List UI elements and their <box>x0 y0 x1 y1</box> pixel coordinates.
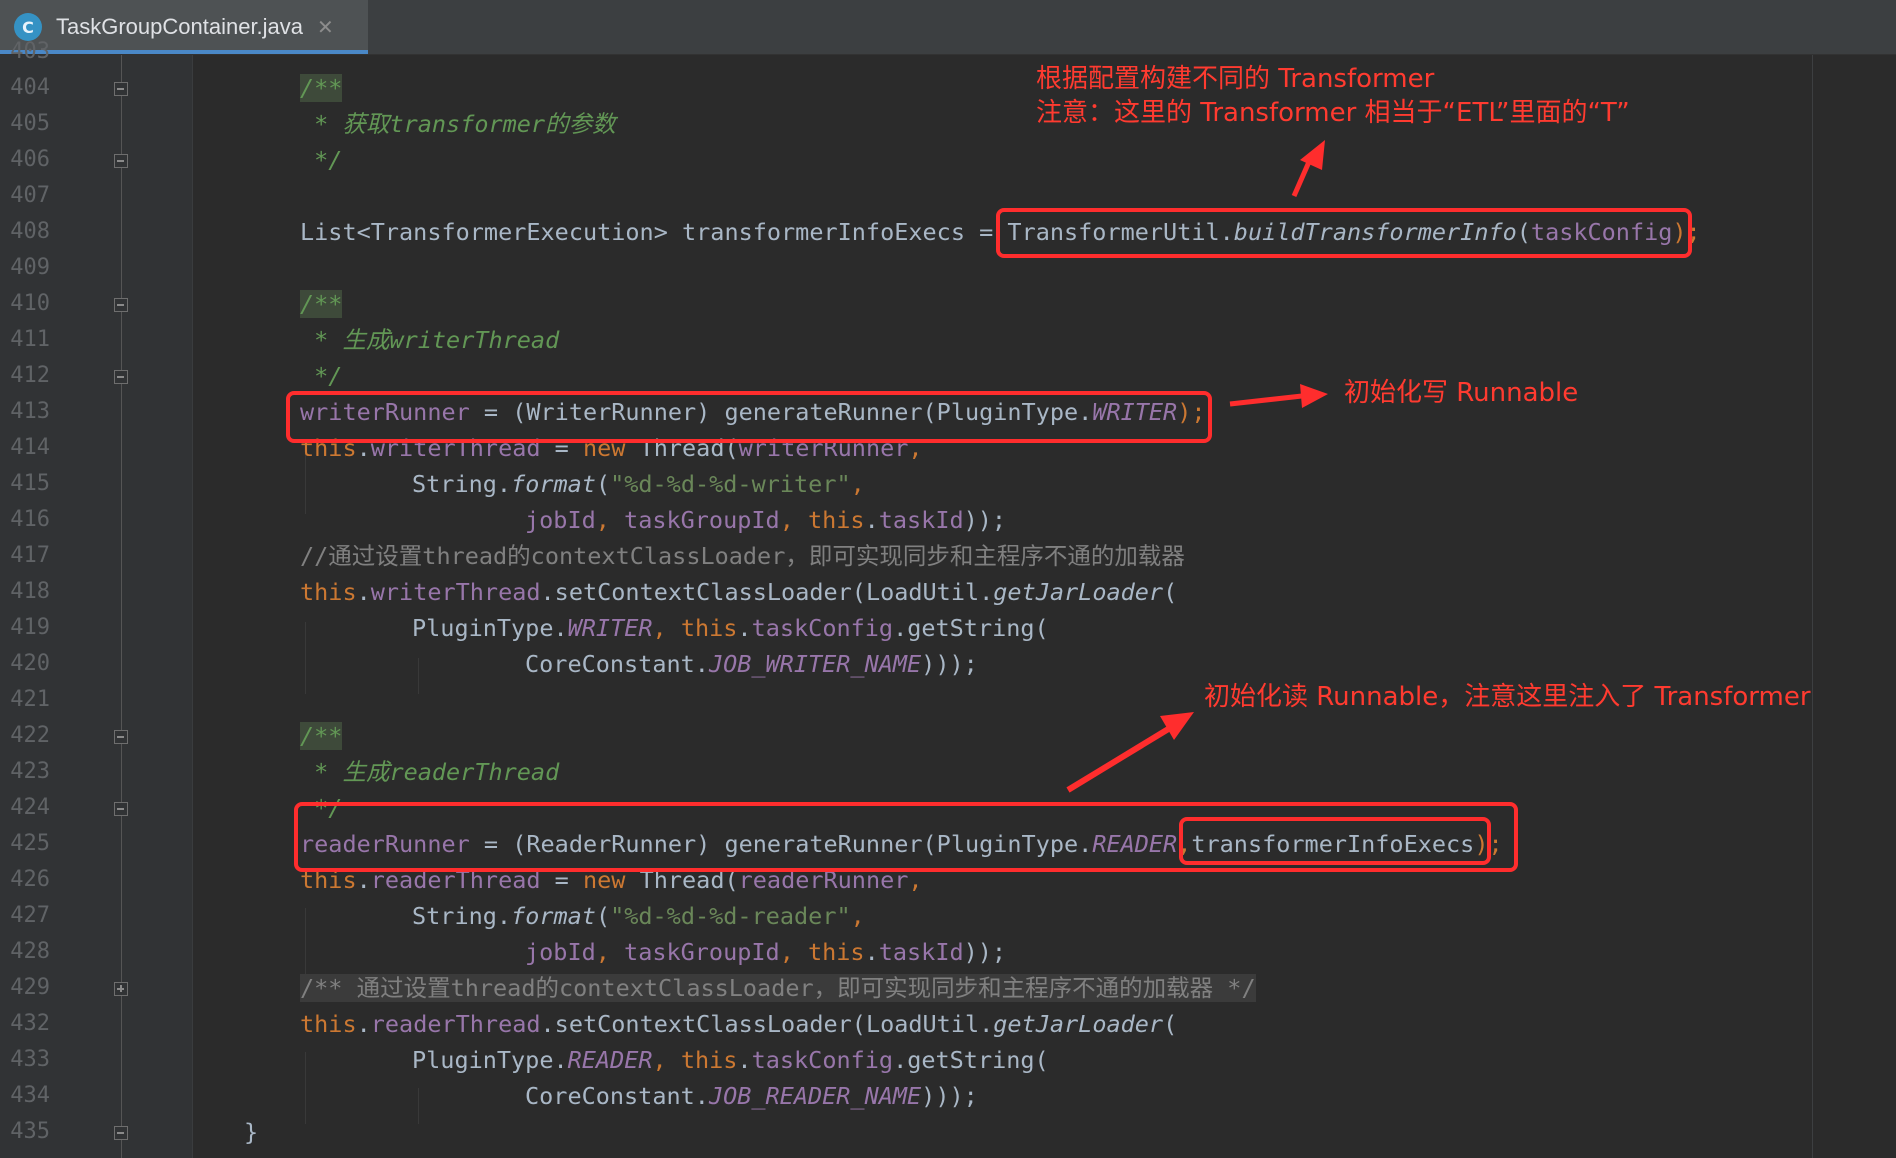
arrow-up-icon <box>1291 140 1325 198</box>
arrow-right-icon <box>1229 384 1328 408</box>
ide-editor-window: C TaskGroupContainer.java ✕ 403 404 405 406… <box>0 0 1896 1158</box>
arrow-diagonal-icon <box>1066 712 1194 793</box>
annotation-arrows <box>1066 140 1328 793</box>
